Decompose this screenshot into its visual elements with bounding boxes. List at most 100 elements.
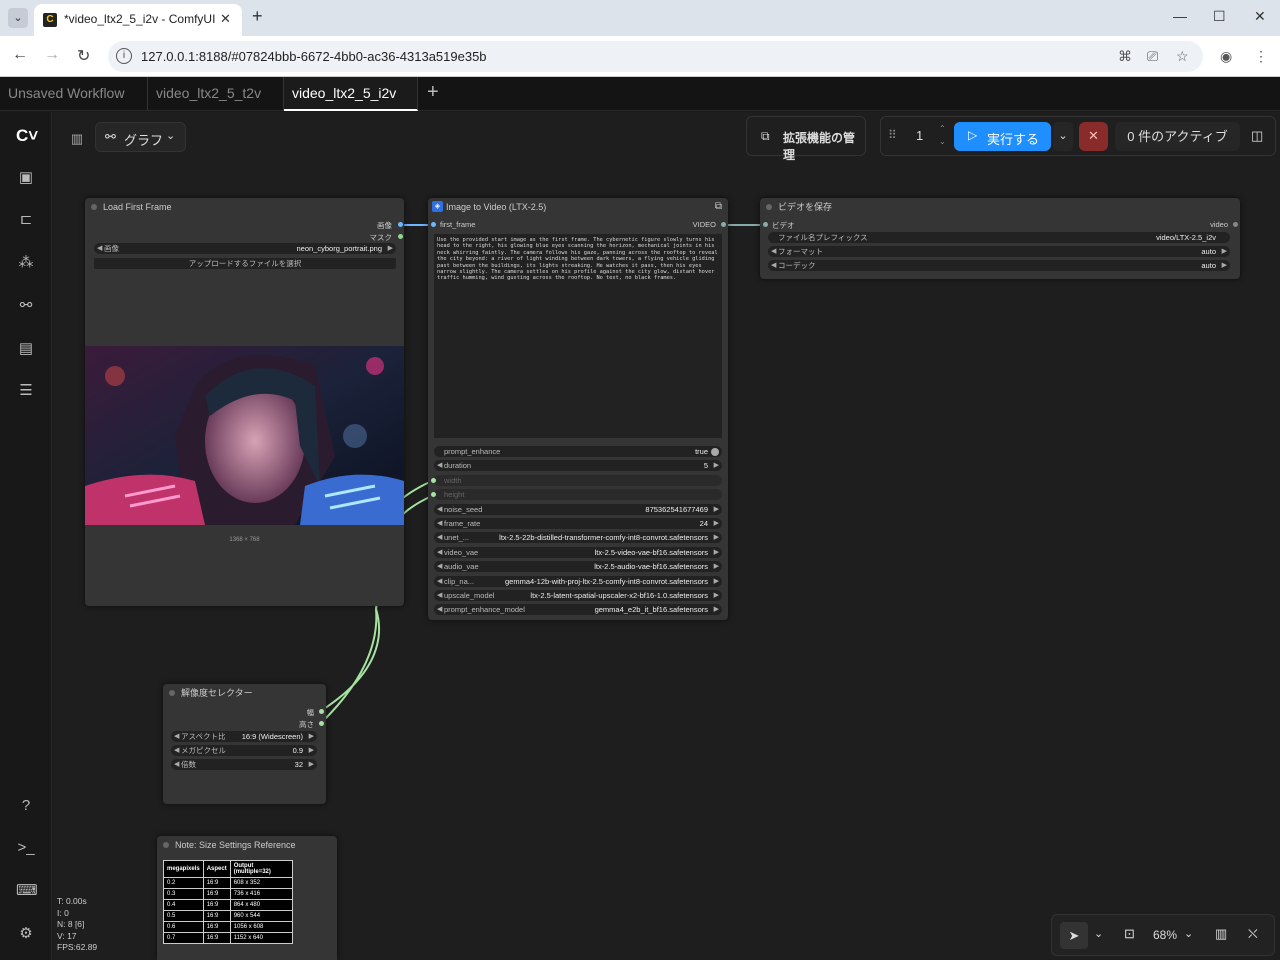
browser-menu-icon[interactable]: ⋮ <box>1254 48 1268 65</box>
maximize-icon[interactable]: ☐ <box>1213 8 1226 25</box>
filename-prefix-widget[interactable]: ファイル名プレフィックス video/LTX-2.5_i2v <box>768 232 1230 243</box>
profile-icon[interactable]: ◉ <box>1220 48 1232 65</box>
output-video-socket[interactable] <box>1233 222 1238 227</box>
increment-arrow-icon[interactable]: ▶ <box>714 532 719 543</box>
aspect-ratio-widget[interactable]: ◀ アスペクト比 16:9 (Widescreen) ▶ <box>171 731 317 742</box>
node-header[interactable]: Load First Frame <box>85 198 404 216</box>
site-info-icon[interactable]: i <box>116 48 132 64</box>
increment-arrow-icon[interactable]: ▶ <box>714 561 719 572</box>
collapse-dot-icon[interactable] <box>163 842 169 848</box>
zoom-chevron-down-icon[interactable]: ⌄ <box>1184 927 1193 940</box>
back-icon[interactable]: ← <box>12 46 28 64</box>
tab-search-icon[interactable]: ⌄ <box>8 8 28 28</box>
browser-tab[interactable]: C *video_ltx2_5_i2v - ComfyUI ✕ <box>34 4 242 36</box>
input-height-socket[interactable] <box>431 492 436 498</box>
widget-duration[interactable]: ◀ duration 5 ▶ <box>434 460 722 472</box>
widget-noise-seed[interactable]: ◀ noise_seed 875362541677469 ▶ <box>434 503 722 515</box>
increment-arrow-icon[interactable]: ▶ <box>714 590 719 601</box>
tab-video-ltx2-5-i2v[interactable]: video_ltx2_5_i2v <box>284 77 418 131</box>
decrement-arrow-icon[interactable]: ◀ <box>437 576 442 587</box>
format-widget[interactable]: ◀ フォーマット auto ▶ <box>768 246 1230 257</box>
collapse-dot-icon[interactable] <box>91 204 97 210</box>
fit-view-icon[interactable]: ⊡ <box>1124 926 1135 942</box>
widget-prompt-enhance-model[interactable]: ◀ prompt_enhance_model gemma4_e2b_it_bf16.… <box>434 604 722 616</box>
decrement-arrow-icon[interactable]: ◀ <box>437 547 442 558</box>
node-header[interactable]: 解像度セレクター <box>163 684 326 702</box>
image-select-widget[interactable]: ◀ 画像 neon_cyborg_portrait.png ▶ <box>94 243 396 254</box>
increment-arrow-icon[interactable]: ▶ <box>714 460 719 471</box>
reload-icon[interactable]: ↻ <box>77 46 90 66</box>
zoom-level[interactable]: 68% <box>1153 928 1177 942</box>
prompt-textarea[interactable]: Use the provided start image as the firs… <box>434 234 722 438</box>
output-height-socket[interactable] <box>319 721 324 726</box>
node-header[interactable]: Note: Size Settings Reference <box>157 836 337 854</box>
templates-icon[interactable]: ▤ <box>16 339 36 359</box>
forward-icon[interactable]: → <box>44 46 60 64</box>
url-field[interactable]: i 127.0.0.1:8188/#07824bbb-6672-4bb0-ac3… <box>108 41 1203 72</box>
expand-subgraph-icon[interactable]: ⧉ <box>715 198 722 216</box>
output-mask-socket[interactable] <box>398 234 403 239</box>
tab-video-ltx2-5-t2v[interactable]: video_ltx2_5_t2v <box>148 77 284 131</box>
workflows-icon[interactable]: ⚯ <box>16 296 36 316</box>
megapixels-widget[interactable]: ◀ メガピクセル 0.9 ▶ <box>171 745 317 756</box>
graph-canvas[interactable]: ▥ ⚯ グラフ ⌄ ⧉ 拡張機能の管理 ⠿ 1 ⌃ ⌄ ▷ 実行する ⌄ ✕ 0 … <box>53 112 1280 960</box>
widget-audio-vae[interactable]: ◀ audio_vae ltx-2.5-audio-vae-bf16.safeten… <box>434 561 722 573</box>
increment-arrow-icon[interactable]: ▶ <box>714 604 719 615</box>
input-video-socket[interactable] <box>763 222 768 227</box>
widget-prompt-enhance[interactable]: prompt_enhance true <box>434 446 722 457</box>
load-first-frame-node[interactable]: Load First Frame 画像 マスク ◀ 画像 neon_cyborg_p… <box>85 198 404 606</box>
input-first-frame-socket[interactable] <box>431 222 436 227</box>
decrement-arrow-icon[interactable]: ◀ <box>437 460 442 471</box>
bookmark-star-icon[interactable]: ☆ <box>1176 48 1189 65</box>
comfy-logo-icon[interactable]: C˅ <box>16 126 38 146</box>
tool-chevron-down-icon[interactable]: ⌄ <box>1094 927 1103 940</box>
increment-arrow-icon[interactable]: ▶ <box>714 504 719 515</box>
widget-unet-[interactable]: ◀ unet_... ltx-2.5-22b-distilled-transform… <box>434 532 722 544</box>
upload-file-button[interactable]: アップロードするファイルを選択 <box>94 258 396 269</box>
decrement-arrow-icon[interactable]: ◀ <box>437 561 442 572</box>
close-tab-icon[interactable]: ✕ <box>220 11 231 27</box>
increment-arrow-icon[interactable]: ▶ <box>714 576 719 587</box>
hide-links-icon[interactable]: ⛌ <box>1248 926 1258 942</box>
node-header[interactable]: ビデオを保存 <box>760 198 1240 216</box>
queue-icon[interactable]: ☰ <box>16 381 36 401</box>
decrement-arrow-icon[interactable]: ◀ <box>437 532 442 543</box>
model-library-icon[interactable]: ⁂ <box>16 253 36 273</box>
terminal-icon[interactable]: >_ <box>16 838 36 858</box>
widget-video-vae[interactable]: ◀ video_vae ltx-2.5-video-vae-bf16.safeten… <box>434 546 722 558</box>
widget-upscale-model[interactable]: ◀ upscale_model ltx-2.5-latent-spatial-ups… <box>434 590 722 601</box>
help-icon[interactable]: ? <box>16 796 36 816</box>
keyboard-icon[interactable]: ⌨ <box>16 881 38 901</box>
window-close-icon[interactable]: ✕ <box>1254 8 1266 25</box>
translate-icon[interactable]: ⌘ <box>1118 48 1132 65</box>
collapse-dot-icon[interactable] <box>766 204 772 210</box>
nodes-library-icon[interactable]: ⊏ <box>16 210 36 230</box>
resolution-selector-node[interactable]: 解像度セレクター 幅 高さ ◀ アスペクト比 16:9 (Widescreen) ▶ … <box>163 684 326 804</box>
new-tab-button[interactable]: + <box>252 6 263 27</box>
minimap-icon[interactable]: ▥ <box>1215 926 1227 942</box>
multiple-widget[interactable]: ◀ 倍数 32 ▶ <box>171 759 317 770</box>
decrement-arrow-icon[interactable]: ◀ <box>437 590 442 601</box>
media-assets-icon[interactable]: ▣ <box>16 168 36 188</box>
widget-clip-na-[interactable]: ◀ clip_na... gemma4-12b-with-proj-ltx-2.5-… <box>434 575 722 587</box>
input-width-socket[interactable] <box>431 477 436 483</box>
settings-gear-icon[interactable]: ⚙ <box>16 924 36 944</box>
output-video-socket[interactable] <box>721 222 726 227</box>
collapse-dot-icon[interactable] <box>169 690 175 696</box>
increment-arrow-icon[interactable]: ▶ <box>714 518 719 529</box>
decrement-arrow-icon[interactable]: ◀ <box>437 518 442 529</box>
image-to-video-node[interactable]: ◈ Image to Video (LTX-2.5) ⧉ first_frame… <box>428 198 728 620</box>
decrement-arrow-icon[interactable]: ◀ <box>437 504 442 515</box>
widget-height[interactable]: height <box>431 489 722 501</box>
select-tool-icon[interactable]: ➤ <box>1060 922 1088 949</box>
widget-frame-rate[interactable]: ◀ frame_rate 24 ▶ <box>434 518 722 529</box>
size-note-node[interactable]: Note: Size Settings Reference megapixels… <box>157 836 337 960</box>
save-video-node[interactable]: ビデオを保存 ビデオ video ファイル名プレフィックス video/LTX-2… <box>760 198 1240 279</box>
codec-widget[interactable]: ◀ コーデック auto ▶ <box>768 260 1230 271</box>
output-width-socket[interactable] <box>319 709 324 714</box>
install-app-icon[interactable]: ⎚ <box>1147 48 1158 65</box>
new-workflow-tab-icon[interactable]: + <box>427 81 439 104</box>
node-header[interactable]: ◈ Image to Video (LTX-2.5) ⧉ <box>428 198 728 216</box>
decrement-arrow-icon[interactable]: ◀ <box>437 604 442 615</box>
tab-unsaved-workflow[interactable]: Unsaved Workflow <box>0 77 148 131</box>
